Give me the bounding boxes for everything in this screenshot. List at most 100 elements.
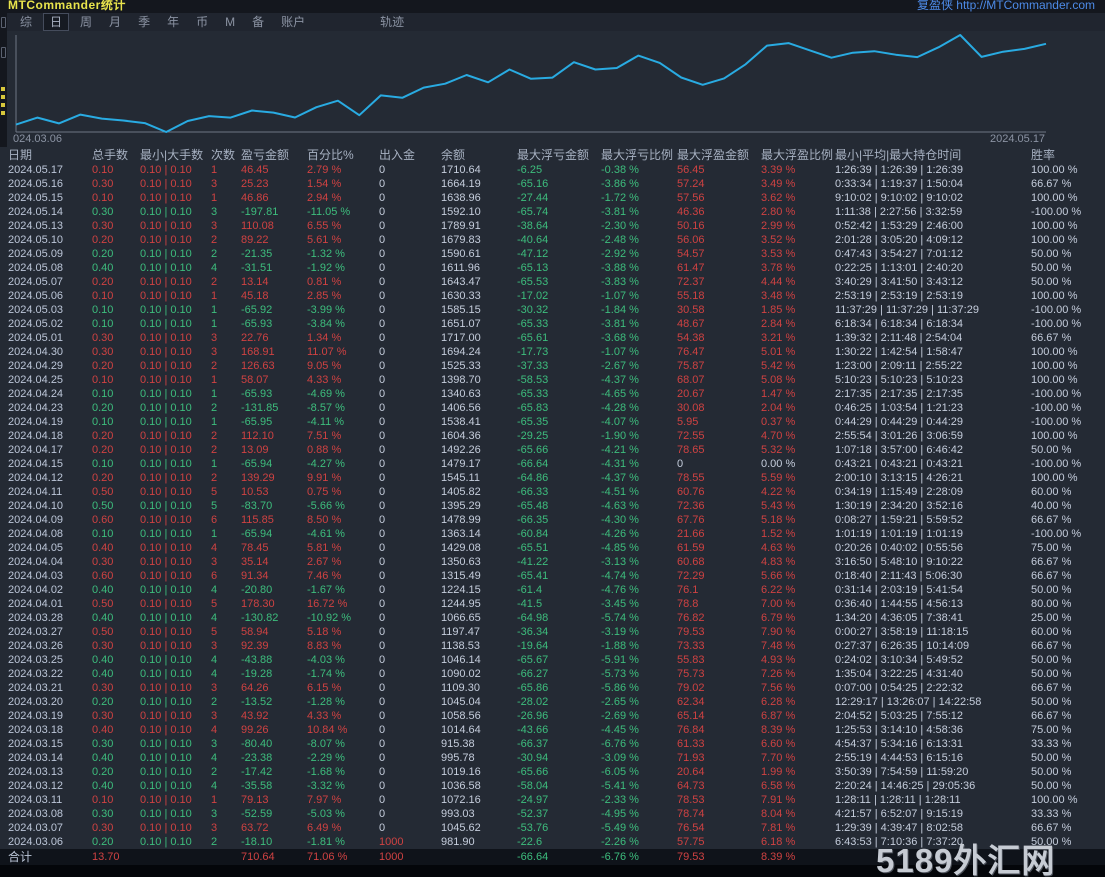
table-row[interactable]: 2024.05.17 0.10 0.10 | 0.10 1 46.45 2.79 % 0 17… bbox=[0, 163, 1105, 177]
col-header-pnl[interactable]: 盈亏金额 bbox=[241, 147, 307, 163]
col-header-minmax[interactable]: 最小|大手数 bbox=[140, 147, 211, 163]
table-row[interactable]: 2024.04.01 0.50 0.10 | 0.10 5 178.30 16.72 % 0… bbox=[0, 597, 1105, 611]
table-row[interactable]: 2024.04.15 0.10 0.10 | 0.10 1 -65.94 -4.27 % 0… bbox=[0, 457, 1105, 471]
cell-max-float-profit: 60.76 bbox=[677, 486, 705, 498]
cell-max-float-loss-ratio: -4.21 % bbox=[601, 444, 639, 456]
table-row[interactable]: 2024.04.12 0.20 0.10 | 0.10 2 139.29 9.91 % 0 1… bbox=[0, 471, 1105, 485]
table-row[interactable]: 2024.03.07 0.30 0.10 | 0.10 3 63.72 6.49 % 0 10… bbox=[0, 821, 1105, 835]
table-row[interactable]: 2024.05.01 0.30 0.10 | 0.10 3 22.76 1.34 % 0 17… bbox=[0, 331, 1105, 345]
table-row[interactable]: 2024.05.10 0.20 0.10 | 0.10 2 89.22 5.61 % 0 16… bbox=[0, 233, 1105, 247]
table-row[interactable]: 2024.04.11 0.50 0.10 | 0.10 5 10.53 0.75 % 0 14… bbox=[0, 485, 1105, 499]
table-row[interactable]: 2024.04.18 0.20 0.10 | 0.10 2 112.10 7.51 % 0 1… bbox=[0, 429, 1105, 443]
cell-pnl: -197.81 bbox=[241, 206, 279, 218]
vendor-link[interactable]: 复盈侠 http://MTCommander.com bbox=[917, 0, 1095, 13]
tab-ri[interactable]: 日 bbox=[43, 13, 70, 31]
cell-max-float-loss-ratio: -3.88 % bbox=[601, 262, 639, 274]
cell-max-float-profit-ratio: 1.85 % bbox=[761, 304, 796, 316]
table-row[interactable]: 2024.03.27 0.50 0.10 | 0.10 5 58.94 5.18 % 0 11… bbox=[0, 625, 1105, 639]
col-header-max-float-profit-ratio[interactable]: 最大浮盈比例 bbox=[761, 147, 835, 163]
tab-zhou[interactable]: 周 bbox=[74, 14, 98, 30]
tab-bei[interactable]: 备 bbox=[246, 14, 270, 30]
tab-zong[interactable]: 综 bbox=[14, 14, 38, 30]
cell-max-float-loss: -26.96 bbox=[517, 710, 549, 722]
table-row[interactable]: 2024.03.28 0.40 0.10 | 0.10 4 -130.82 -10.92 … bbox=[0, 611, 1105, 625]
cell-win-rate: 50.00 % bbox=[1031, 276, 1072, 288]
table-row[interactable]: 2024.03.20 0.20 0.10 | 0.10 2 -13.52 -1.28 % 0… bbox=[0, 695, 1105, 709]
cell-max-float-loss-ratio: -4.07 % bbox=[601, 416, 639, 428]
cell-inout: 0 bbox=[379, 346, 386, 358]
table-row[interactable]: 2024.05.16 0.30 0.10 | 0.10 3 25.23 1.54 % 0 16… bbox=[0, 177, 1105, 191]
table-row[interactable]: 2024.05.08 0.40 0.10 | 0.10 4 -31.51 -1.92 % 0… bbox=[0, 261, 1105, 275]
tab-guiji[interactable]: 轨迹 bbox=[374, 14, 410, 30]
col-header-win-rate[interactable]: 胜率 bbox=[1031, 147, 1105, 163]
table-row[interactable]: 2024.03.21 0.30 0.10 | 0.10 3 64.26 6.15 % 0 11… bbox=[0, 681, 1105, 695]
cell-max-float-profit: 48.67 bbox=[677, 318, 705, 330]
col-header-max-float-loss[interactable]: 最大浮亏金额 bbox=[517, 147, 601, 163]
col-header-max-float-loss-ratio[interactable]: 最大浮亏比例 bbox=[601, 147, 677, 163]
cell-lots: 0.30 bbox=[92, 738, 114, 750]
table-row[interactable]: 2024.05.13 0.30 0.10 | 0.10 3 110.08 6.55 % 0 1… bbox=[0, 219, 1105, 233]
table-row[interactable]: 2024.04.24 0.10 0.10 | 0.10 1 -65.93 -4.69 % 0… bbox=[0, 387, 1105, 401]
cell-inout: 0 bbox=[379, 472, 386, 484]
watermark: 5189外汇网 bbox=[876, 842, 1056, 877]
cell-max-float-loss: -28.02 bbox=[517, 696, 549, 708]
table-row[interactable]: 2024.04.03 0.60 0.10 | 0.10 6 91.34 7.46 % 0 13… bbox=[0, 569, 1105, 583]
tab-zhanghu[interactable]: 账户 bbox=[275, 14, 311, 30]
col-header-lots[interactable]: 总手数 bbox=[92, 147, 140, 163]
table-row[interactable]: 2024.04.29 0.20 0.10 | 0.10 2 126.63 9.05 % 0 1… bbox=[0, 359, 1105, 373]
table-row[interactable]: 2024.04.17 0.20 0.10 | 0.10 2 13.09 0.88 % 0 14… bbox=[0, 443, 1105, 457]
tab-bi[interactable]: 币 bbox=[190, 14, 214, 30]
cell-pnl: 79.13 bbox=[241, 794, 269, 806]
table-row[interactable]: 2024.04.19 0.10 0.10 | 0.10 1 -65.95 -4.11 % 0… bbox=[0, 415, 1105, 429]
table-row[interactable]: 2024.03.19 0.30 0.10 | 0.10 3 43.92 4.33 % 0 10… bbox=[0, 709, 1105, 723]
cell-max-float-profit: 76.1 bbox=[677, 584, 699, 596]
table-row[interactable]: 2024.04.02 0.40 0.10 | 0.10 4 -20.80 -1.67 % 0… bbox=[0, 583, 1105, 597]
col-header-pct[interactable]: 百分比% bbox=[307, 147, 379, 163]
table-row[interactable]: 2024.03.18 0.40 0.10 | 0.10 4 99.26 10.84 % 0 1… bbox=[0, 723, 1105, 737]
cell-inout: 0 bbox=[379, 528, 386, 540]
col-header-count[interactable]: 次数 bbox=[211, 147, 241, 163]
col-header-date[interactable]: 日期 bbox=[8, 147, 92, 163]
table-row[interactable]: 2024.05.06 0.10 0.10 | 0.10 1 45.18 2.85 % 0 16… bbox=[0, 289, 1105, 303]
table-row[interactable]: 2024.03.22 0.40 0.10 | 0.10 4 -19.28 -1.74 % 0… bbox=[0, 667, 1105, 681]
cell-win-rate: 66.67 % bbox=[1031, 332, 1072, 344]
table-row[interactable]: 2024.04.25 0.10 0.10 | 0.10 1 58.07 4.33 % 0 13… bbox=[0, 373, 1105, 387]
table-row[interactable]: 2024.05.02 0.10 0.10 | 0.10 1 -65.93 -3.84 % 0… bbox=[0, 317, 1105, 331]
table-row[interactable]: 2024.05.03 0.10 0.10 | 0.10 1 -65.92 -3.99 % 0… bbox=[0, 303, 1105, 317]
table-row[interactable]: 2024.04.08 0.10 0.10 | 0.10 1 -65.94 -4.61 % 0… bbox=[0, 527, 1105, 541]
table-row[interactable]: 2024.03.26 0.30 0.10 | 0.10 3 92.39 8.83 % 0 11… bbox=[0, 639, 1105, 653]
tab-yue[interactable]: 月 bbox=[103, 14, 127, 30]
tab-m[interactable]: M bbox=[219, 14, 241, 30]
cell-balance: 1789.91 bbox=[441, 220, 481, 232]
table-row[interactable]: 2024.04.09 0.60 0.10 | 0.10 6 115.85 8.50 % 0 1… bbox=[0, 513, 1105, 527]
table-row[interactable]: 2024.05.15 0.10 0.10 | 0.10 1 46.86 2.94 % 0 16… bbox=[0, 191, 1105, 205]
cell-date: 2024.05.10 bbox=[8, 234, 64, 246]
table-row[interactable]: 2024.03.12 0.40 0.10 | 0.10 4 -35.58 -3.32 % 0… bbox=[0, 779, 1105, 793]
cell-hold-time: 1:26:39 | 1:26:39 | 1:26:39 bbox=[835, 164, 964, 176]
table-row[interactable]: 2024.04.05 0.40 0.10 | 0.10 4 78.45 5.81 % 0 14… bbox=[0, 541, 1105, 555]
table-row[interactable]: 2024.03.08 0.30 0.10 | 0.10 3 -52.59 -5.03 % 0… bbox=[0, 807, 1105, 821]
col-header-max-float-profit[interactable]: 最大浮盈金额 bbox=[677, 147, 761, 163]
table-row[interactable]: 2024.03.11 0.10 0.10 | 0.10 1 79.13 7.97 % 0 10… bbox=[0, 793, 1105, 807]
table-row[interactable]: 2024.04.30 0.30 0.10 | 0.10 3 168.91 11.07 % 0… bbox=[0, 345, 1105, 359]
table-row[interactable]: 2024.04.23 0.20 0.10 | 0.10 2 -131.85 -8.57 %… bbox=[0, 401, 1105, 415]
cell-balance: 1045.04 bbox=[441, 696, 481, 708]
cell-max-float-profit-ratio: 8.39 % bbox=[761, 851, 796, 863]
col-header-inout[interactable]: 出入金 bbox=[379, 147, 441, 163]
tab-nian[interactable]: 年 bbox=[161, 14, 185, 30]
col-header-balance[interactable]: 余额 bbox=[441, 147, 517, 163]
table-row[interactable]: 2024.05.07 0.20 0.10 | 0.10 2 13.14 0.81 % 0 16… bbox=[0, 275, 1105, 289]
table-row[interactable]: 2024.03.14 0.40 0.10 | 0.10 4 -23.38 -2.29 % 0… bbox=[0, 751, 1105, 765]
table-row[interactable]: 2024.03.25 0.40 0.10 | 0.10 4 -43.88 -4.03 % 0… bbox=[0, 653, 1105, 667]
table-row[interactable]: 2024.04.04 0.30 0.10 | 0.10 3 35.14 2.67 % 0 13… bbox=[0, 555, 1105, 569]
col-header-hold-time[interactable]: 最小|平均|最大持仓时间 bbox=[835, 147, 1031, 163]
table-row[interactable]: 2024.03.15 0.30 0.10 | 0.10 3 -80.40 -8.07 % 0… bbox=[0, 737, 1105, 751]
table-row[interactable]: 2024.04.10 0.50 0.10 | 0.10 5 -83.70 -5.66 % 0… bbox=[0, 499, 1105, 513]
table-row[interactable]: 2024.05.14 0.30 0.10 | 0.10 3 -197.81 -11.05 … bbox=[0, 205, 1105, 219]
cell-count: 4 bbox=[211, 780, 218, 792]
table-row[interactable]: 2024.03.13 0.20 0.10 | 0.10 2 -17.42 -1.68 % 0… bbox=[0, 765, 1105, 779]
cell-pct: 5.81 % bbox=[307, 542, 342, 554]
tab-ji[interactable]: 季 bbox=[132, 14, 156, 30]
cell-count: 5 bbox=[211, 598, 218, 610]
table-row[interactable]: 2024.05.09 0.20 0.10 | 0.10 2 -21.35 -1.32 % 0… bbox=[0, 247, 1105, 261]
